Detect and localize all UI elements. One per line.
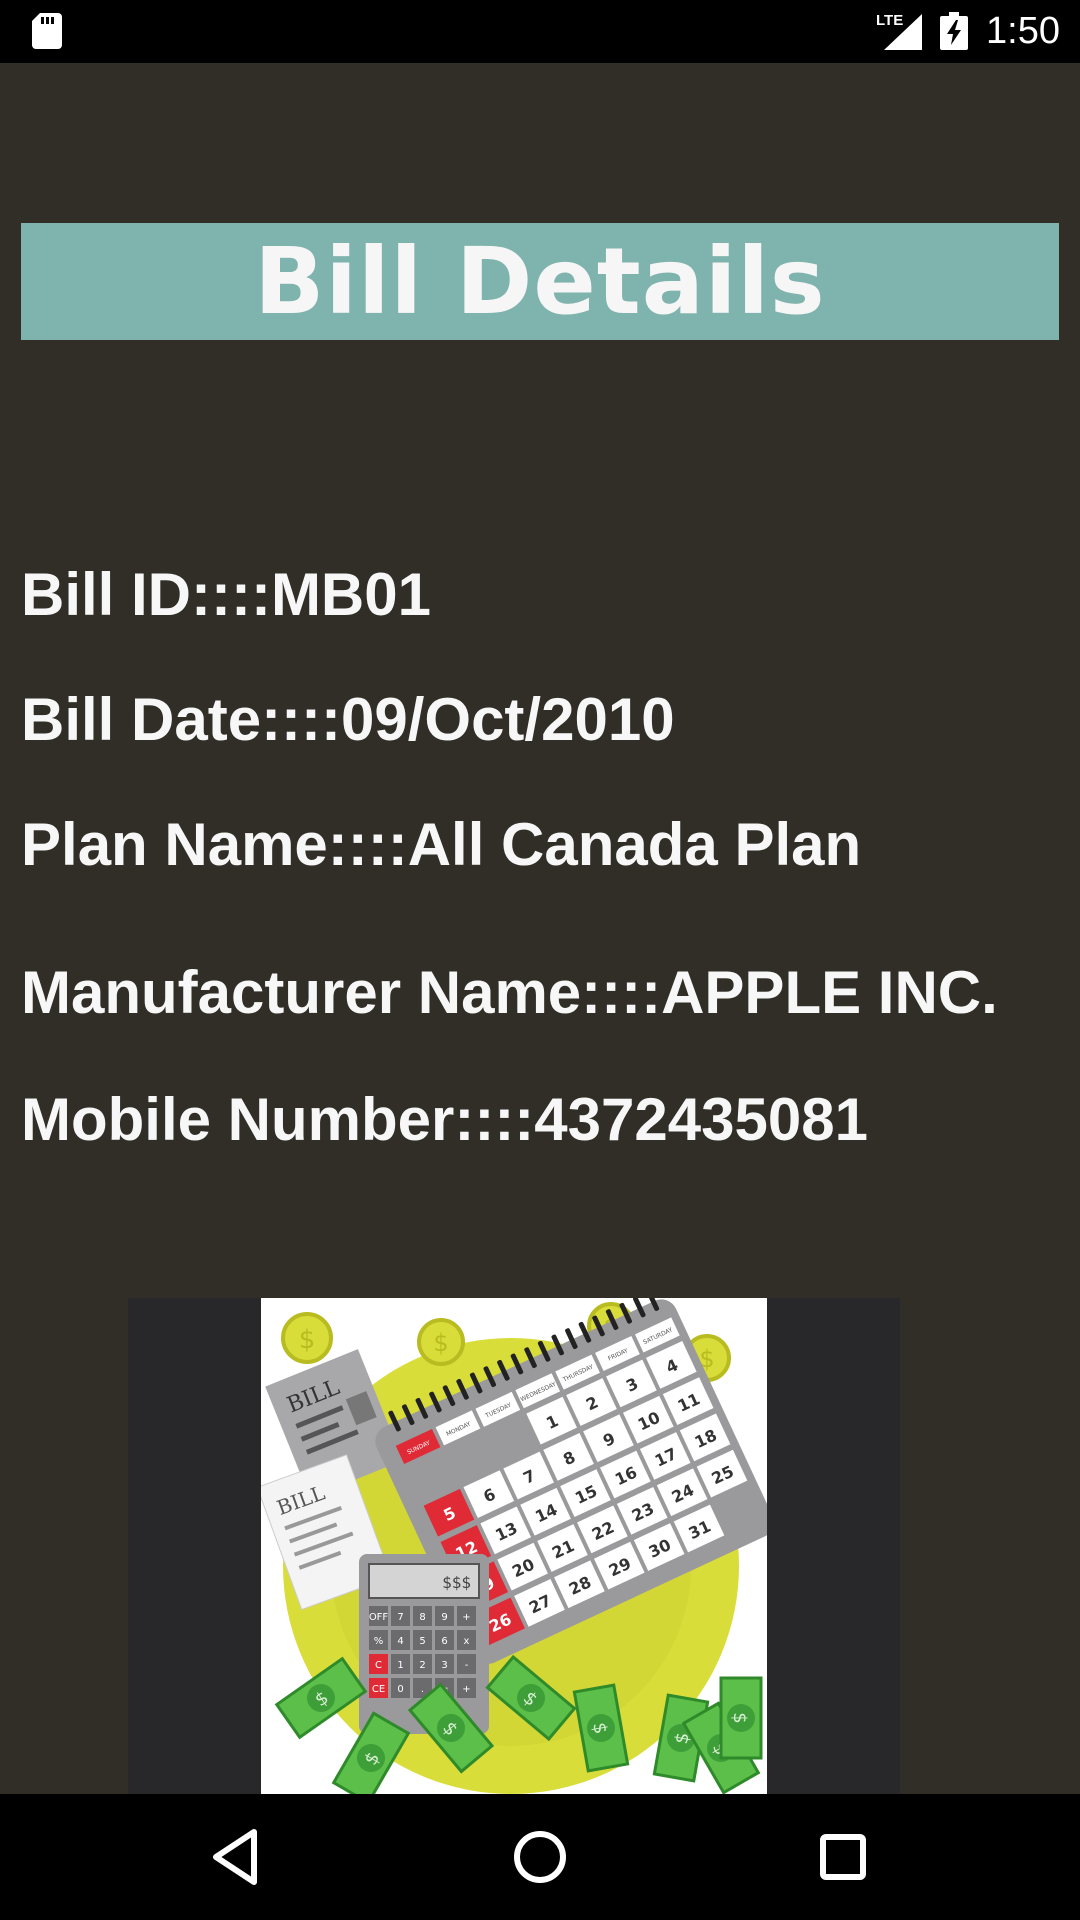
home-icon[interactable] — [507, 1824, 573, 1890]
svg-text:1: 1 — [397, 1660, 403, 1671]
calculator-key: 4 — [391, 1630, 410, 1650]
calculator-key: C — [369, 1654, 388, 1674]
title-banner: Bill Details — [21, 223, 1059, 340]
detail-separator: :::: — [191, 561, 271, 628]
detail-separator: :::: — [581, 959, 662, 1026]
detail-label: Manufacturer Name — [21, 959, 582, 1026]
bill-illustration-image: $ $ $ $ BILL BILL — [256, 1290, 774, 1805]
detail-label: Mobile Number — [21, 1086, 455, 1153]
svg-text:C: C — [375, 1660, 382, 1671]
detail-value: All Canada Plan — [407, 811, 862, 878]
svg-text:4: 4 — [397, 1636, 403, 1647]
detail-value: 09/Oct/2010 — [340, 686, 675, 753]
calculator-key: + — [457, 1606, 476, 1626]
calculator-key: + — [457, 1678, 476, 1698]
page-title: Bill Details — [254, 228, 826, 335]
calculator-display: $$$ — [442, 1573, 471, 1592]
back-icon[interactable] — [204, 1824, 270, 1890]
detail-separator: :::: — [327, 811, 408, 878]
svg-text:x: x — [464, 1636, 470, 1647]
svg-text:+: + — [462, 1684, 470, 1695]
svg-text:-: - — [465, 1660, 469, 1671]
svg-text:2: 2 — [419, 1660, 425, 1671]
battery-charging-icon — [940, 12, 968, 50]
calculator-key: 1 — [391, 1654, 410, 1674]
bill-illustration: $ $ $ $ BILL BILL — [256, 1290, 774, 1805]
svg-text:0: 0 — [397, 1684, 403, 1695]
svg-text:.: . — [421, 1684, 424, 1695]
calculator-key: x — [457, 1630, 476, 1650]
detail-label: Plan Name — [21, 811, 328, 878]
detail-value: MB01 — [270, 561, 431, 628]
svg-text:9: 9 — [441, 1612, 447, 1623]
svg-text:5: 5 — [419, 1636, 425, 1647]
svg-text:8: 8 — [419, 1612, 425, 1623]
calculator-key: 3 — [435, 1654, 454, 1674]
illustration-frame: $ $ $ $ BILL BILL — [128, 1290, 900, 1805]
calculator-key: 8 — [413, 1606, 432, 1626]
calculator-key: 2 — [413, 1654, 432, 1674]
navigation-bar — [0, 1794, 1080, 1920]
bill-id-row: Bill ID::::MB01 — [21, 560, 431, 630]
calculator-key: 6 — [435, 1630, 454, 1650]
svg-text:3: 3 — [441, 1660, 447, 1671]
clock: 1:50 — [986, 10, 1060, 52]
calculator-key: 7 — [391, 1606, 410, 1626]
plan-name-row: Plan Name::::All Canada Plan — [21, 810, 861, 880]
signal-icon — [884, 14, 922, 50]
calculator-key: OFF — [369, 1606, 389, 1626]
mobile-number-row: Mobile Number::::4372435081 — [21, 1085, 868, 1155]
bill-date-row: Bill Date::::09/Oct/2010 — [21, 685, 675, 755]
sd-card-icon — [32, 13, 62, 49]
calculator-key: - — [457, 1654, 476, 1674]
svg-text:$: $ — [433, 1329, 448, 1357]
detail-separator: :::: — [454, 1086, 535, 1153]
manufacturer-name-row: Manufacturer Name::::APPLE INC. — [21, 958, 998, 1028]
coin-icon: $ — [417, 1318, 465, 1366]
recents-icon[interactable] — [810, 1824, 876, 1890]
detail-label: Bill Date — [21, 686, 262, 753]
calculator-key: % — [369, 1630, 388, 1650]
calculator-key: 5 — [413, 1630, 432, 1650]
detail-value: 4372435081 — [534, 1086, 868, 1153]
svg-text:%: % — [374, 1636, 384, 1647]
svg-text:CE: CE — [372, 1684, 385, 1695]
detail-separator: :::: — [261, 686, 341, 753]
svg-text:+: + — [462, 1612, 470, 1623]
svg-text:$: $ — [299, 1325, 316, 1355]
svg-text:OFF: OFF — [369, 1612, 389, 1623]
detail-label: Bill ID — [21, 561, 192, 628]
status-bar: LTE 1:50 — [0, 0, 1080, 63]
coin-icon: $ — [281, 1312, 333, 1364]
svg-text:$: $ — [729, 1712, 750, 1723]
calculator-key: CE — [369, 1678, 388, 1698]
money-bill-icon: $ — [331, 1711, 411, 1805]
calculator-key: 0 — [391, 1678, 410, 1698]
svg-text:6: 6 — [441, 1636, 447, 1647]
money-bill-icon: $ — [719, 1676, 763, 1760]
svg-text:7: 7 — [397, 1612, 403, 1623]
calculator-key: 9 — [435, 1606, 454, 1626]
detail-value: APPLE INC. — [661, 959, 998, 1026]
